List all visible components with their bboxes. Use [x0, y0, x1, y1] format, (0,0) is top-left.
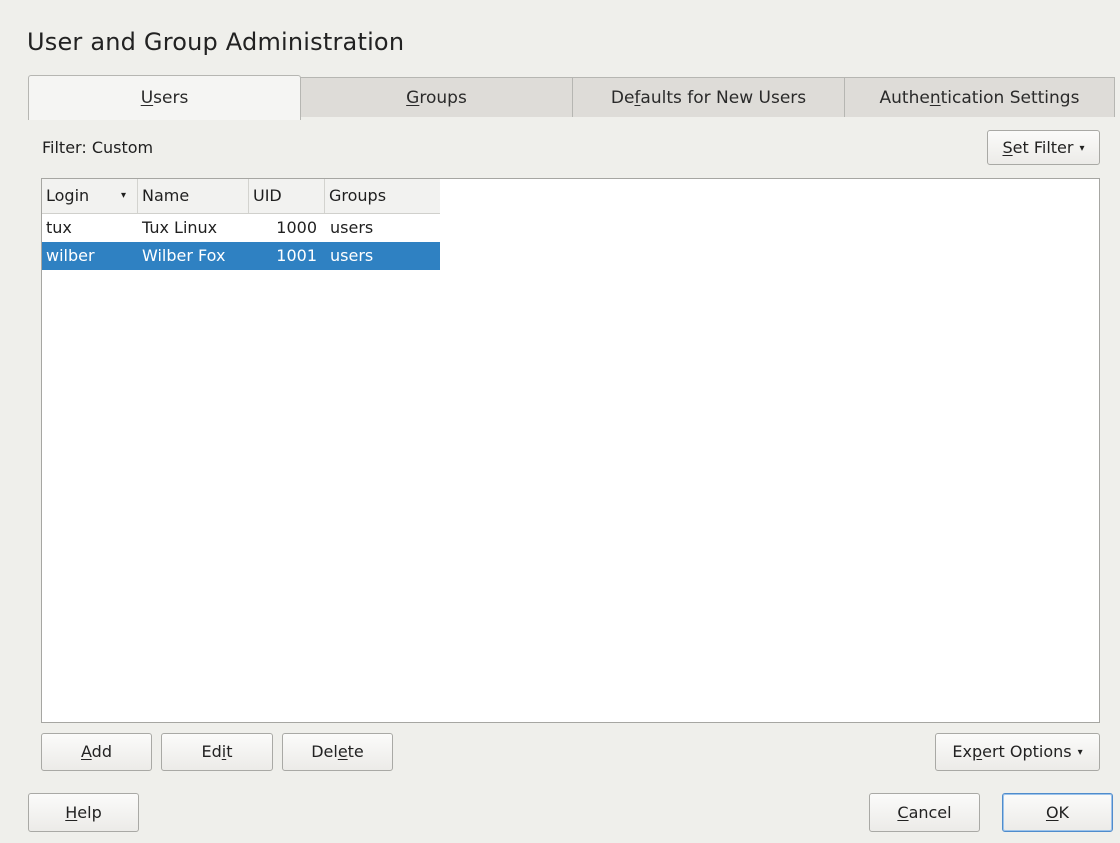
- table-row-selected[interactable]: wilber Wilber Fox 1001 users: [42, 242, 440, 270]
- expert-options-button[interactable]: Expert Options ▾: [935, 733, 1100, 771]
- cell-name: Wilber Fox: [142, 246, 226, 265]
- tab-defaults-for-new-users[interactable]: Defaults for New Users: [572, 77, 845, 117]
- tab-users-label: Users: [140, 88, 189, 108]
- tab-users[interactable]: Users: [28, 75, 301, 120]
- cell-groups: users: [330, 218, 374, 237]
- help-button[interactable]: Help: [28, 793, 139, 832]
- cell-uid: 1001: [276, 246, 317, 265]
- filter-label: Filter: Custom: [42, 138, 154, 157]
- tab-bar: Users Groups Defaults for New Users Auth…: [28, 75, 1115, 120]
- table-header: Login ▾ Name UID Groups: [42, 179, 440, 214]
- table-row[interactable]: tux Tux Linux 1000 users: [42, 214, 440, 242]
- chevron-down-icon: ▾: [1079, 143, 1085, 154]
- cell-login: tux: [46, 218, 72, 237]
- add-button[interactable]: Add: [41, 733, 152, 771]
- column-header-groups[interactable]: Groups: [325, 179, 440, 213]
- cell-groups: users: [330, 246, 374, 265]
- user-group-admin-dialog: User and Group Administration Users Grou…: [0, 0, 1120, 843]
- column-header-uid[interactable]: UID: [249, 179, 325, 213]
- column-header-name[interactable]: Name: [138, 179, 249, 213]
- tab-authentication-settings[interactable]: Authentication Settings: [844, 77, 1115, 117]
- tab-groups-label: Groups: [406, 88, 467, 108]
- delete-button[interactable]: Delete: [282, 733, 393, 771]
- tab-defaults-label: Defaults for New Users: [610, 88, 807, 108]
- cell-name: Tux Linux: [142, 218, 218, 237]
- column-header-login[interactable]: Login ▾: [42, 179, 138, 213]
- chevron-down-icon: ▾: [1077, 747, 1083, 758]
- cancel-button[interactable]: Cancel: [869, 793, 980, 832]
- set-filter-button[interactable]: Set Filter ▾: [987, 130, 1100, 165]
- dialog-title: User and Group Administration: [27, 28, 405, 56]
- users-table[interactable]: Login ▾ Name UID Groups tux Tux Linux 10…: [41, 178, 1100, 723]
- ok-button[interactable]: OK: [1002, 793, 1113, 832]
- edit-button[interactable]: Edit: [161, 733, 273, 771]
- sort-descending-icon: ▾: [121, 190, 127, 201]
- tab-authentication-label: Authentication Settings: [879, 88, 1080, 108]
- cell-uid: 1000: [276, 218, 317, 237]
- cell-login: wilber: [46, 246, 95, 265]
- tab-groups[interactable]: Groups: [300, 77, 573, 117]
